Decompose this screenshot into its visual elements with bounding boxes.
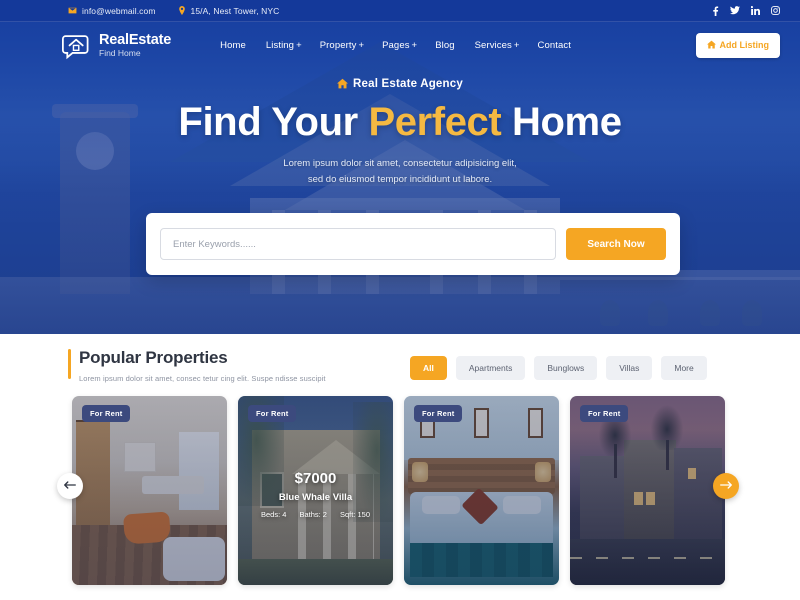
contact-address-text: 15/A, Nest Tower, NYC: [190, 5, 280, 16]
brand-name: RealEstate: [99, 31, 172, 48]
add-listing-button[interactable]: Add Listing: [695, 32, 780, 58]
filter-tab-villas[interactable]: Villas: [606, 356, 653, 380]
nav-item-label: Listing: [265, 39, 295, 51]
nav-item-caret: +: [358, 39, 365, 51]
property-filter-tabs: All Apartments Bunglows Villas More: [410, 356, 707, 380]
hero-subtitle-line1: Lorem ipsum dolor sit amet, consectetur …: [283, 157, 517, 169]
property-image-shade: [72, 396, 227, 585]
house-chat-bubble-icon: [62, 30, 92, 60]
nav-item-label: Services: [474, 39, 512, 51]
nav-item-caret: +: [296, 39, 302, 51]
property-name: Blue Whale Villa: [278, 492, 353, 503]
property-image-shade: [404, 396, 559, 585]
status-badge: For Rent: [82, 405, 131, 422]
nav-menu: Home Listing + Property + Pages + Blog Serv…: [211, 34, 582, 57]
hero-content: Real Estate Agency Find Your Perfect Hom…: [0, 76, 800, 189]
property-card[interactable]: For Rent: [404, 396, 559, 585]
filter-tab-apartments[interactable]: Apartments: [455, 356, 526, 380]
carousel-next-button[interactable]: [713, 473, 739, 499]
page-root: info@webmail.com 15/A, Nest Tower, NYC R…: [0, 0, 800, 600]
home-icon: [706, 40, 716, 51]
contact-email-text: info@webmail.com: [82, 5, 156, 16]
section-subtitle: Lorem ipsum dolor sit amet, consec tetur…: [79, 374, 326, 383]
nav-item-pages[interactable]: Pages +: [373, 34, 426, 57]
section-title: Popular Properties: [79, 348, 228, 367]
property-image-shade: [570, 396, 725, 585]
arrow-left-icon: [64, 477, 76, 495]
twitter-icon[interactable]: [730, 6, 740, 15]
property-card[interactable]: For Rent: [570, 396, 725, 585]
map-pin-icon: [178, 6, 186, 15]
nav-item-blog[interactable]: Blog: [426, 34, 465, 57]
property-card-list: For Rent For Rent $7000 Blue Whale Villa…: [72, 396, 725, 585]
filter-tab-all[interactable]: All: [410, 356, 447, 380]
home-icon: [337, 78, 349, 89]
nav-item-caret: +: [513, 39, 520, 51]
hero-title-part2: Home: [501, 100, 622, 144]
popular-properties-section: Popular Properties Lorem ipsum dolor sit…: [0, 334, 800, 600]
filter-tab-bunglows[interactable]: Bunglows: [534, 356, 598, 380]
search-button[interactable]: Search Now: [566, 228, 666, 260]
arrow-right-icon: [720, 477, 732, 495]
carousel-prev-button[interactable]: [57, 473, 83, 499]
facebook-icon[interactable]: [712, 5, 719, 16]
status-badge: For Rent: [414, 405, 463, 422]
nav-item-listing[interactable]: Listing +: [257, 34, 311, 57]
top-info-bar: info@webmail.com 15/A, Nest Tower, NYC: [0, 0, 800, 22]
nav-item-label: Pages: [382, 39, 410, 51]
property-card[interactable]: For Rent $7000 Blue Whale Villa Beds: 4 …: [238, 396, 393, 585]
search-panel: Search Now: [146, 213, 680, 275]
hero-title-accent: Perfect: [368, 100, 502, 144]
top-bar-contacts: info@webmail.com 15/A, Nest Tower, NYC: [68, 6, 279, 16]
brand-logo[interactable]: RealEstate Find Home: [62, 30, 171, 60]
nav-item-caret: +: [411, 39, 418, 51]
brand-tagline: Find Home: [99, 48, 141, 58]
property-baths: Baths: 2: [299, 510, 327, 519]
nav-item-label: Property: [319, 39, 357, 51]
filter-tab-more[interactable]: More: [661, 356, 707, 380]
hero-tagline-text: Real Estate Agency: [353, 77, 463, 90]
linkedin-icon[interactable]: [751, 6, 760, 15]
search-input[interactable]: [160, 228, 556, 260]
brand-text: RealEstate Find Home: [99, 31, 172, 58]
property-meta: Beds: 4 Baths: 2 Sqft: 150: [238, 510, 393, 519]
property-sqft: Sqft: 150: [339, 510, 370, 519]
property-beds: Beds: 4: [261, 510, 287, 519]
hero-title-part1: Find Your: [178, 100, 369, 144]
instagram-icon[interactable]: [771, 6, 780, 15]
hero-subtitle: Lorem ipsum dolor sit amet, consectetur …: [0, 156, 800, 189]
nav-item-label: Contact: [537, 39, 571, 51]
nav-item-home[interactable]: Home: [211, 34, 257, 57]
add-listing-label: Add Listing: [719, 40, 770, 50]
hero-tagline: Real Estate Agency: [337, 78, 463, 90]
nav-item-label: Blog: [435, 39, 455, 51]
property-price: $7000: [294, 470, 337, 487]
section-accent-bar: [68, 349, 71, 379]
contact-email[interactable]: info@webmail.com: [68, 6, 156, 16]
property-details-overlay: $7000 Blue Whale Villa Beds: 4 Baths: 2 …: [238, 470, 393, 519]
status-badge: For Rent: [580, 405, 629, 422]
envelope-icon: [68, 6, 77, 15]
contact-address[interactable]: 15/A, Nest Tower, NYC: [178, 6, 280, 16]
status-badge: For Rent: [248, 405, 297, 422]
hero-subtitle-line2: sed do eiusmod tempor incididunt ut labo…: [307, 174, 493, 186]
nav-item-services[interactable]: Services +: [466, 34, 529, 57]
hero-section: info@webmail.com 15/A, Nest Tower, NYC R…: [0, 0, 800, 334]
social-links: [712, 5, 780, 16]
property-card[interactable]: For Rent: [72, 396, 227, 585]
main-navbar: RealEstate Find Home Home Listing + Prope…: [0, 22, 800, 68]
nav-item-contact[interactable]: Contact: [529, 34, 582, 57]
nav-item-property[interactable]: Property +: [311, 34, 373, 57]
section-header: Popular Properties Lorem ipsum dolor sit…: [68, 348, 326, 383]
page-title: Find Your Perfect Home: [0, 100, 800, 145]
nav-item-label: Home: [220, 39, 246, 51]
